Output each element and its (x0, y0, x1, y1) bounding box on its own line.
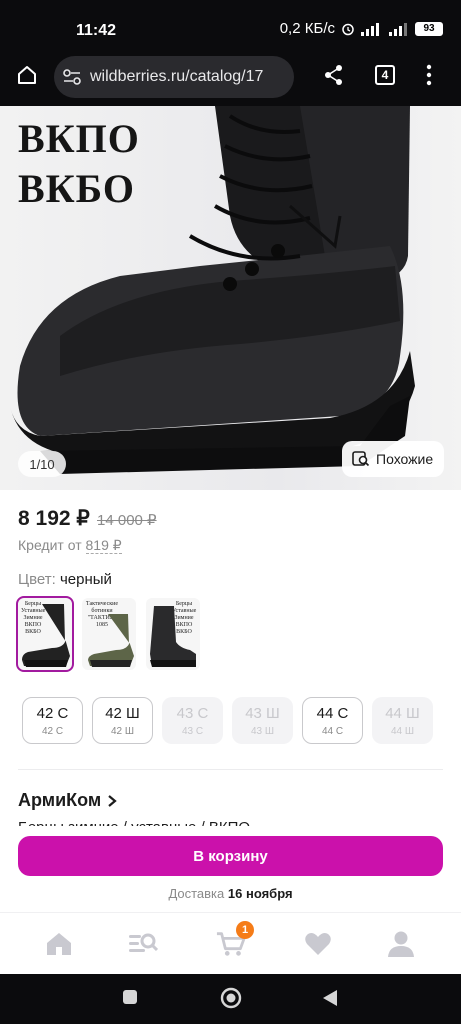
color-variant-1[interactable]: Берцы Уставные Зимние ВКПО ВКБО (16, 596, 74, 672)
alarm-icon (342, 23, 354, 35)
battery-icon: 93 (415, 21, 443, 36)
size-sublabel: 44 С (321, 725, 344, 737)
overlay-line-1: ВКПО (18, 116, 140, 161)
similar-button[interactable]: Похожие (342, 441, 444, 477)
browser-toolbar: wildberries.ru/catalog/17 4 (0, 46, 461, 106)
heart-icon (305, 933, 331, 955)
size-sublabel: 43 Ш (250, 725, 275, 737)
signal-icon-2 (389, 22, 407, 36)
status-indicators: 0,2 КБ/с 93 (280, 20, 443, 37)
home-button-icon[interactable] (220, 987, 242, 1009)
delivery-info: Доставка 16 ноября (0, 886, 461, 901)
size-option-unavailable[interactable]: 43 С 43 С (162, 697, 223, 744)
variant-image (22, 604, 70, 667)
size-sublabel: 42 Ш (110, 725, 135, 737)
tab-switcher-button[interactable]: 4 (375, 65, 395, 85)
back-icon[interactable] (322, 989, 338, 1007)
credit-value: 819 ₽ (85, 537, 122, 554)
purchase-panel: В корзину Доставка 16 ноября (0, 826, 461, 912)
more-menu-icon[interactable] (426, 64, 432, 86)
tab-catalog[interactable] (128, 929, 158, 959)
brand-link[interactable]: АрмиКом (18, 790, 117, 811)
brand-name: АрмиКом (18, 790, 102, 810)
tab-cart[interactable]: 1 (216, 921, 254, 959)
profile-icon (388, 931, 414, 957)
recents-icon[interactable] (122, 989, 138, 1005)
tab-home[interactable] (44, 929, 74, 959)
image-overlay-text: ВКПО ВКБО (18, 114, 140, 214)
color-variants: Берцы Уставные Зимние ВКПО ВКБО Тактичес… (16, 596, 200, 672)
color-row: Цвет: черный (18, 571, 112, 588)
product-gallery[interactable]: ВКПО ВКБО 1/10 Похожие (0, 106, 461, 490)
current-price: 8 192 ₽ (18, 507, 90, 530)
size-sublabel: 44 Ш (390, 725, 415, 737)
tab-favorites[interactable] (303, 929, 333, 959)
system-nav-bar (0, 974, 461, 1024)
cart-count-badge: 1 (236, 921, 254, 939)
add-to-cart-button[interactable]: В корзину (18, 836, 443, 876)
home-icon (47, 933, 71, 955)
url-bar[interactable]: wildberries.ru/catalog/17 (54, 56, 294, 98)
chevron-right-icon (108, 794, 117, 807)
variant-image (150, 606, 196, 667)
credit-label: Кредит от (18, 537, 82, 553)
size-label: 42 С (36, 704, 69, 722)
size-label: 43 С (176, 704, 209, 722)
url-text: wildberries.ru/catalog/17 (90, 68, 264, 85)
divider (18, 769, 443, 770)
bottom-tab-bar: 1 (0, 912, 461, 974)
overlay-line-2: ВКБО (18, 166, 135, 211)
size-selector: 42 С 42 С 42 Ш 42 Ш 43 С 43 С 43 Ш 43 Ш … (22, 697, 433, 744)
similar-search-icon (352, 451, 370, 467)
color-label: Цвет: (18, 571, 56, 588)
color-variant-3[interactable]: Берцы Уставные Зимние ВКПО ВКБО (146, 598, 200, 670)
share-icon[interactable] (324, 64, 344, 86)
similar-label: Похожие (376, 451, 434, 467)
home-icon[interactable] (16, 64, 38, 86)
catalog-search-icon (129, 933, 158, 952)
size-option-unavailable[interactable]: 43 Ш 43 Ш (232, 697, 293, 744)
signal-icon (361, 22, 379, 36)
gallery-counter: 1/10 (18, 451, 66, 477)
color-value: черный (59, 571, 112, 588)
color-variant-2[interactable]: Тактические ботинки "ТАКТИК" 1085 (82, 598, 136, 670)
delivery-date: 16 ноября (227, 886, 293, 901)
size-label: 44 Ш (385, 704, 420, 722)
size-option[interactable]: 44 С 44 С (302, 697, 363, 744)
size-sublabel: 42 С (41, 725, 64, 737)
size-sublabel: 43 С (181, 725, 204, 737)
size-label: 42 Ш (105, 704, 140, 722)
size-label: 44 С (316, 704, 349, 722)
old-price: 14 000 ₽ (97, 512, 157, 529)
site-settings-icon[interactable] (62, 68, 82, 86)
credit-info[interactable]: Кредит от 819 ₽ (18, 537, 122, 554)
size-option[interactable]: 42 С 42 С (22, 697, 83, 744)
network-speed: 0,2 КБ/с (279, 20, 335, 37)
size-option[interactable]: 42 Ш 42 Ш (92, 697, 153, 744)
status-time: 11:42 (76, 22, 117, 39)
delivery-label: Доставка (168, 886, 225, 901)
size-label: 43 Ш (245, 704, 280, 722)
variant-image (88, 614, 134, 667)
tab-profile[interactable] (386, 929, 416, 959)
size-option-unavailable[interactable]: 44 Ш 44 Ш (372, 697, 433, 744)
